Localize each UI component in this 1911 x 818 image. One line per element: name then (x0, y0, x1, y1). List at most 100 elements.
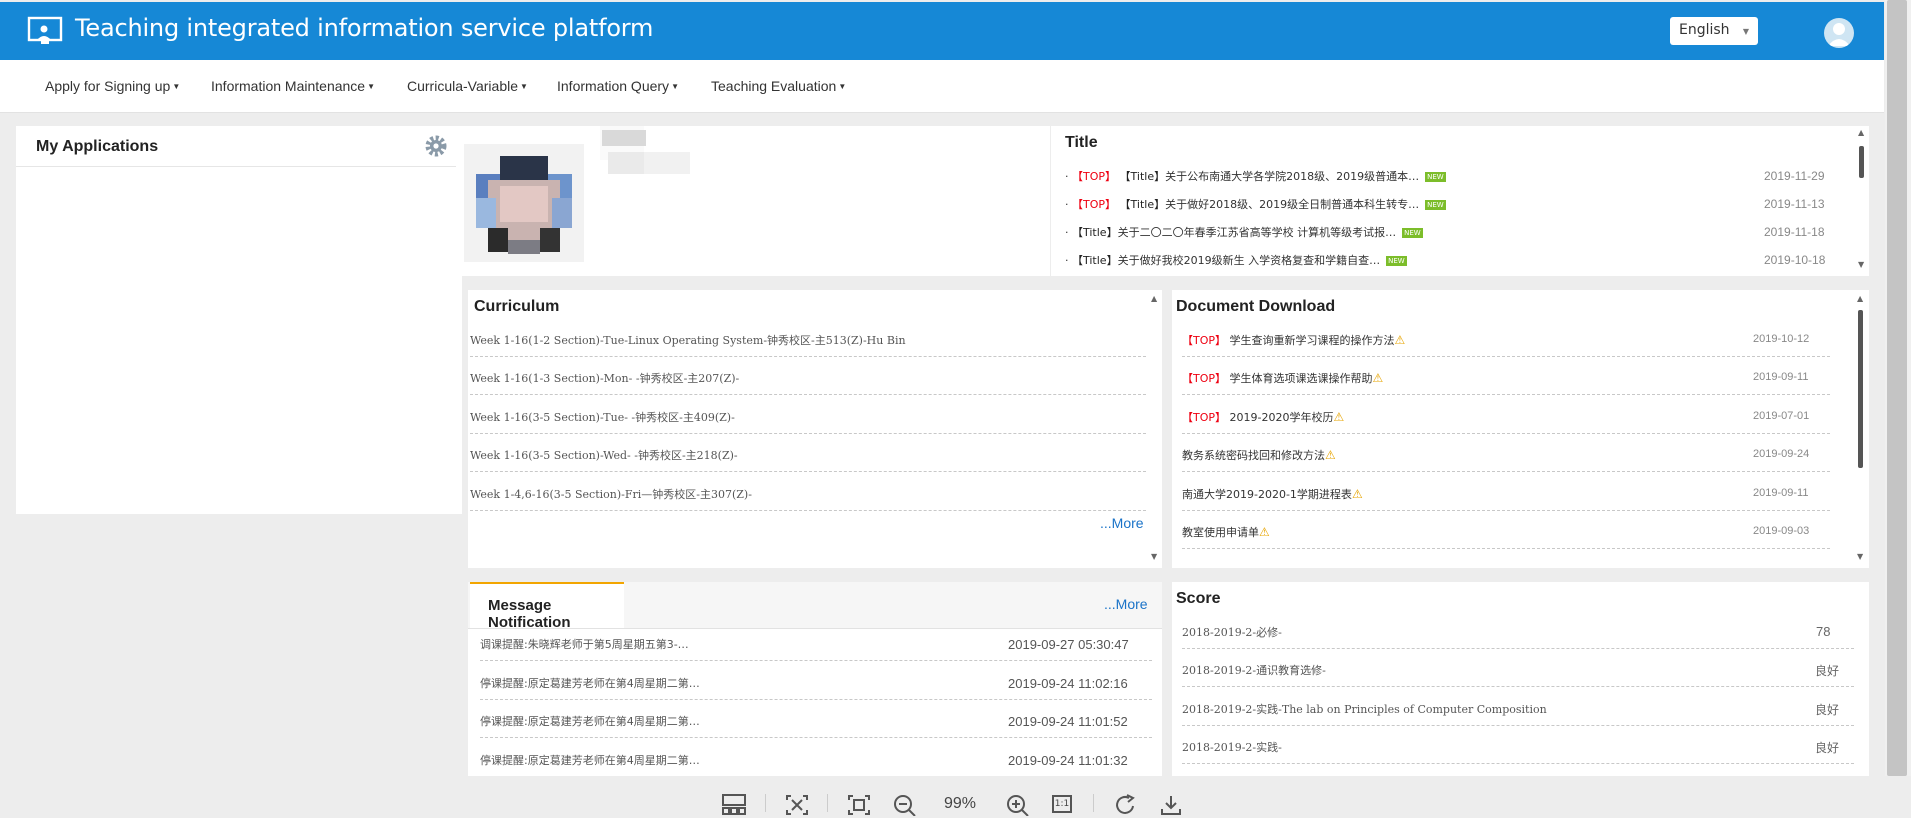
zoom-in-icon[interactable] (1006, 794, 1030, 816)
scroll-thumb[interactable] (1858, 310, 1863, 468)
scroll-thumb[interactable] (1859, 146, 1864, 178)
actual-size-button[interactable]: 1:1 (1052, 795, 1072, 813)
notice-item[interactable]: · 【Title】关于二〇二〇年春季江苏省高等学校 计算机等级考试报… NEW (1065, 224, 1423, 240)
fit-screen-icon[interactable] (785, 794, 809, 816)
title-notices-heading: Title (1065, 134, 1098, 151)
notice-date: 2019-10-18 (1764, 253, 1826, 267)
scroll-up-icon[interactable]: ▲ (1857, 294, 1863, 303)
nav-teaching-evaluation[interactable]: Teaching Evaluation ▼ (711, 78, 846, 94)
document-item[interactable]: 【TOP】 2019-2020学年校历⚠ (1182, 409, 1830, 434)
curriculum-item[interactable]: Week 1-4,6-16(3-5 Section)-Fri—钟秀校区-主307… (470, 486, 1146, 511)
score-course: 2018-2019-2-通识教育选修- (1182, 664, 1326, 677)
document-date: 2019-10-12 (1753, 333, 1810, 345)
message-text: 停课提醒:原定葛建芳老师在第4周星期二第… (480, 677, 700, 690)
curriculum-item[interactable]: Week 1-16(1-2 Section)-Tue-Linux Operati… (470, 332, 1146, 357)
score-item[interactable]: 2018-2019-2-必修- (1182, 624, 1854, 649)
scroll-down-icon[interactable]: ▼ (1857, 552, 1863, 561)
settings-gear-icon[interactable] (424, 134, 448, 158)
curriculum-scrollbar[interactable]: ▲ ▼ (1150, 290, 1160, 568)
message-notification-panel: Message Notification ...More 调课提醒:朱晓辉老师于… (468, 582, 1162, 776)
scroll-up-icon[interactable]: ▲ (1151, 294, 1157, 303)
curriculum-item[interactable]: Week 1-16(3-5 Section)-Wed- -钟秀校区-主218(Z… (470, 447, 1146, 472)
notice-text: 关于公布南通大学各学院2018级、2019级普通本… (1165, 170, 1420, 183)
warning-icon: ⚠ (1372, 371, 1384, 385)
new-badge: NEW (1402, 228, 1423, 238)
document-name: 学生体育选项课选课操作帮助 (1229, 372, 1373, 385)
document-item[interactable]: 教室使用申请单⚠ (1182, 524, 1830, 549)
message-time: 2019-09-24 11:01:52 (1008, 714, 1128, 729)
message-time: 2019-09-27 05:30:47 (1008, 637, 1129, 652)
score-item[interactable]: 2018-2019-2-通识教育选修- (1182, 662, 1854, 687)
document-date: 2019-09-11 (1753, 371, 1809, 383)
rotate-icon[interactable] (1114, 794, 1138, 816)
messages-more-link[interactable]: ...More (1104, 596, 1148, 612)
top-tag: 【TOP】 (1072, 198, 1117, 211)
documents-scrollbar[interactable]: ▲ ▼ (1856, 290, 1866, 568)
scroll-down-icon[interactable]: ▼ (1151, 552, 1157, 561)
caret-down-icon: ▼ (838, 82, 847, 91)
toolbar-separator (1093, 794, 1094, 812)
score-value: 良好 (1815, 703, 1840, 717)
top-tag: 【TOP】 (1072, 170, 1117, 183)
language-value: English (1679, 22, 1730, 38)
notice-item[interactable]: · 【TOP】 【Title】关于公布南通大学各学院2018级、2019级普通本… (1065, 168, 1446, 184)
nav-information-query[interactable]: Information Query ▼ (557, 78, 679, 94)
curriculum-more-link[interactable]: ...More (1100, 515, 1144, 531)
divider (16, 166, 462, 167)
title-tag: 【Title】 (1119, 198, 1166, 211)
nav-information-maintenance[interactable]: Information Maintenance ▼ (211, 78, 375, 94)
score-panel: Score 2018-2019-2-必修- 78 2018-2019-2-通识教… (1172, 582, 1869, 776)
warning-icon: ⚠ (1351, 487, 1363, 501)
caret-down-icon: ▼ (172, 82, 181, 91)
language-select[interactable]: English ▼ (1670, 17, 1758, 45)
curriculum-title: Curriculum (474, 298, 560, 315)
toolbar-separator (827, 794, 828, 812)
top-tag: 【TOP】 (1182, 372, 1227, 385)
document-item[interactable]: 教务系统密码找回和修改方法⚠ (1182, 447, 1830, 472)
nav-apply-signing-up[interactable]: Apply for Signing up ▼ (45, 78, 180, 94)
scroll-up-icon[interactable]: ▲ (1858, 128, 1864, 137)
profile-name-blur (600, 126, 690, 174)
page-scrollbar[interactable] (1885, 0, 1911, 776)
score-value: 良好 (1815, 664, 1840, 678)
download-icon[interactable] (1159, 794, 1183, 816)
title-tag: 【Title】 (1119, 170, 1166, 183)
user-avatar[interactable] (1824, 18, 1854, 48)
document-name: 南通大学2019-2020-1学期进程表 (1182, 488, 1352, 501)
notice-text: 关于做好2018级、2019级全日制普通本科生转专… (1165, 198, 1420, 211)
document-date: 2019-09-24 (1753, 448, 1810, 460)
profile-card (456, 126, 1050, 276)
nav-curricula-variable[interactable]: Curricula-Variable ▼ (407, 78, 528, 94)
score-item[interactable]: 2018-2019-2-实践- (1182, 739, 1854, 764)
document-item[interactable]: 【TOP】 学生体育选项课选课操作帮助⚠ (1182, 370, 1830, 395)
score-value: 良好 (1815, 741, 1840, 755)
notices-scrollbar[interactable]: ▲ ▼ (1857, 126, 1867, 276)
scroll-down-icon[interactable]: ▼ (1858, 260, 1864, 269)
profile-photo (464, 144, 584, 262)
document-item[interactable]: 南通大学2019-2020-1学期进程表⚠ (1182, 486, 1830, 511)
document-item[interactable]: 【TOP】 学生查询重新学习课程的操作方法⚠ (1182, 332, 1830, 357)
nav-label: Apply for Signing up (45, 78, 171, 94)
curriculum-item[interactable]: Week 1-16(1-3 Section)-Mon- -钟秀校区-主207(Z… (470, 370, 1146, 395)
tab-message-notification[interactable]: Message Notification (470, 582, 624, 631)
document-date: 2019-09-11 (1753, 487, 1809, 499)
notice-text: 关于做好我校2019级新生 入学资格复查和学籍自查… (1117, 254, 1381, 267)
zoom-out-icon[interactable] (893, 794, 917, 816)
thumbnails-icon[interactable] (722, 794, 746, 816)
document-name: 教室使用申请单 (1182, 526, 1259, 539)
fit-window-icon[interactable] (847, 794, 871, 816)
document-name: 教务系统密码找回和修改方法 (1182, 449, 1325, 462)
notice-item[interactable]: · 【Title】关于做好我校2019级新生 入学资格复查和学籍自查… NEW (1065, 252, 1407, 268)
message-text: 停课提醒:原定葛建芳老师在第4周星期二第… (480, 754, 700, 767)
message-text: 停课提醒:原定葛建芳老师在第4周星期二第… (480, 715, 700, 728)
score-item[interactable]: 2018-2019-2-实践-The lab on Principles of … (1182, 701, 1854, 726)
platform-logo-icon (27, 16, 63, 44)
page-scroll-thumb[interactable] (1887, 0, 1907, 776)
app-title: Teaching integrated information service … (75, 14, 654, 42)
notice-date: 2019-11-13 (1764, 197, 1825, 211)
new-badge: NEW (1425, 172, 1446, 182)
user-icon (1828, 23, 1850, 46)
title-tag: 【Title】 (1072, 254, 1118, 267)
notice-item[interactable]: · 【TOP】 【Title】关于做好2018级、2019级全日制普通本科生转专… (1065, 196, 1446, 212)
curriculum-item[interactable]: Week 1-16(3-5 Section)-Tue- -钟秀校区-主409(Z… (470, 409, 1146, 434)
